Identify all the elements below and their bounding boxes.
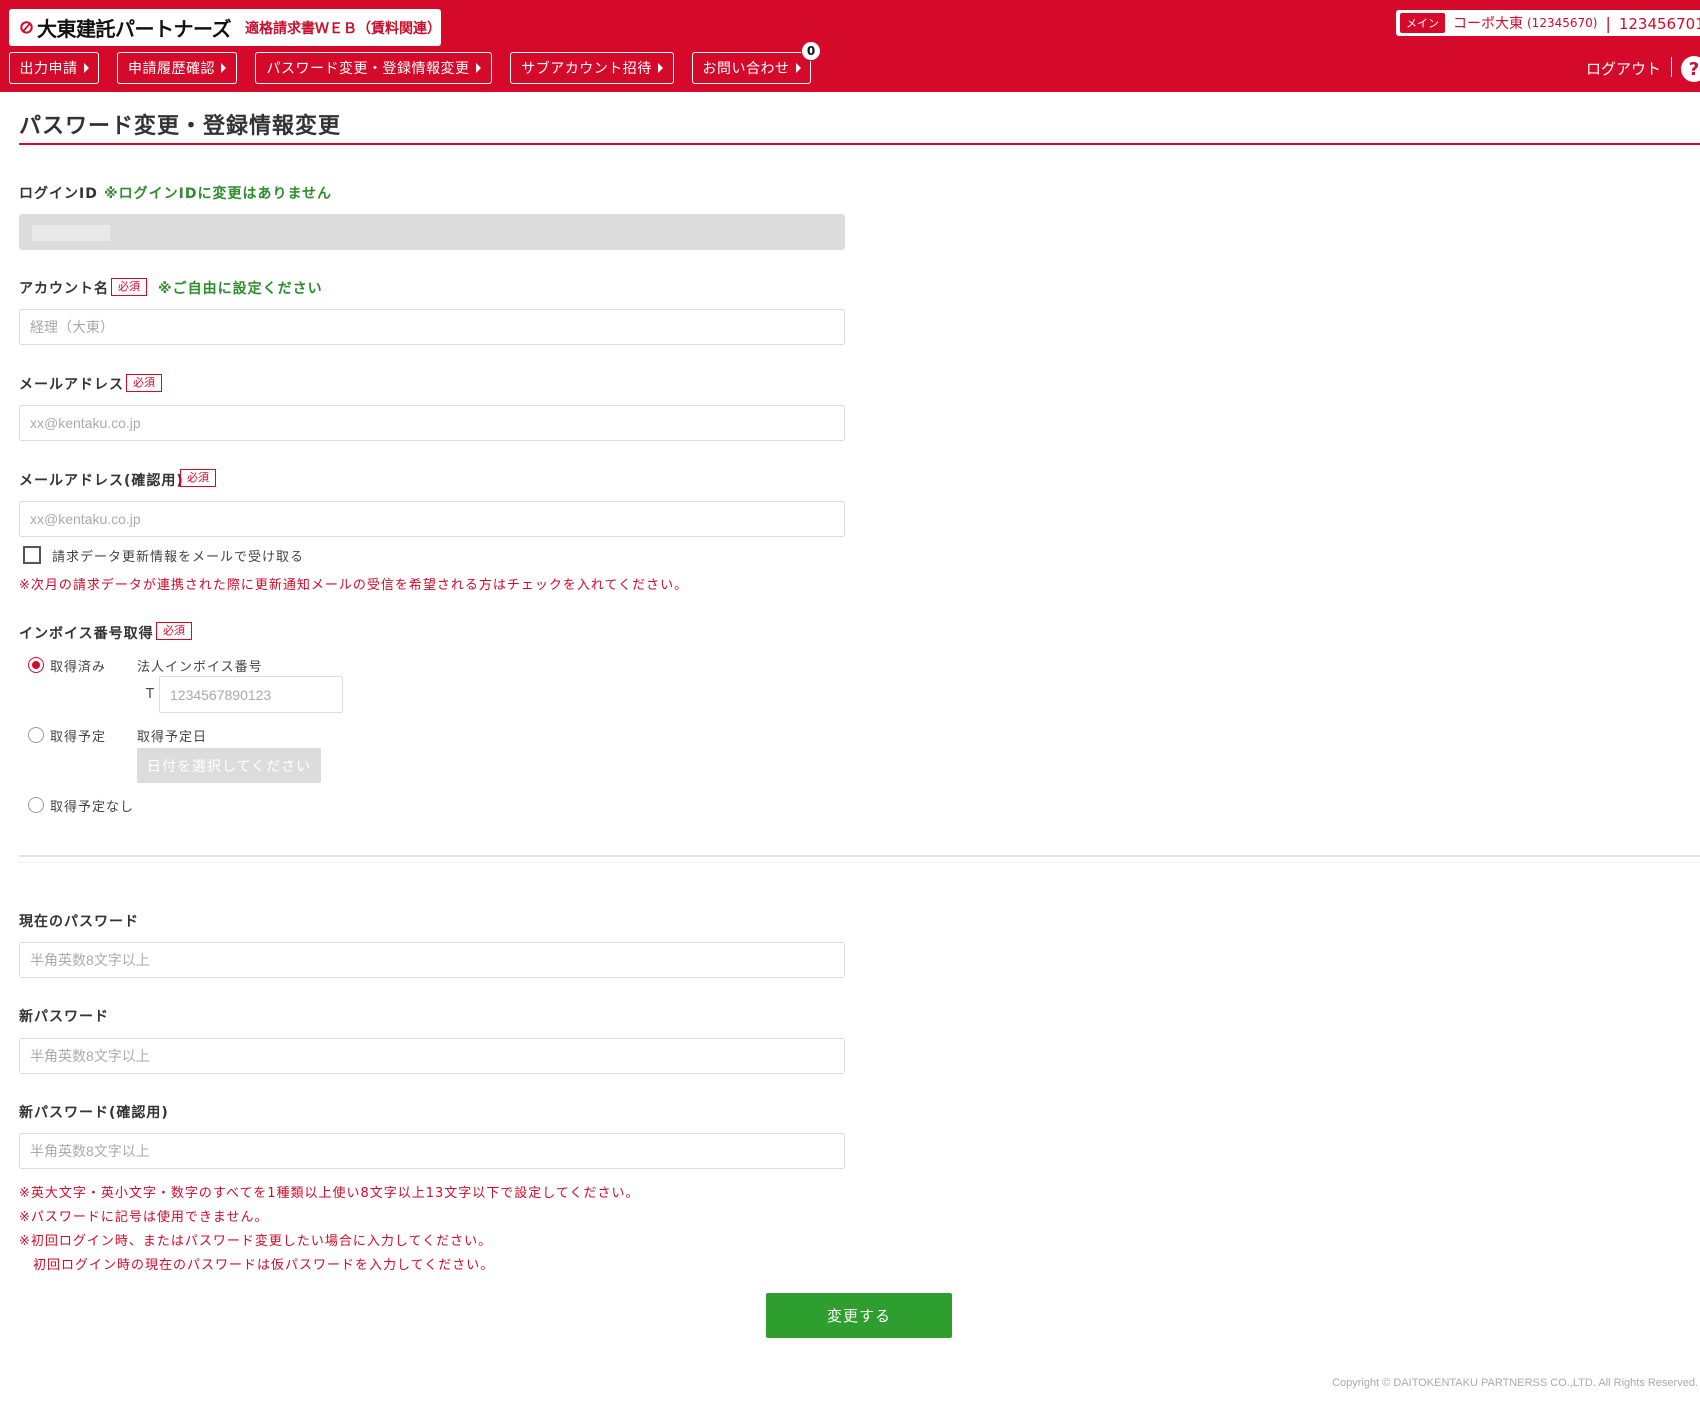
logo-mark-icon (20, 20, 33, 34)
user-name: コーポ大東 (1453, 16, 1523, 32)
current-password-label: 現在のパスワード (19, 914, 139, 930)
new-password-confirm-label: 新パスワード(確認用) (19, 1105, 169, 1121)
email-confirm-label: メールアドレス(確認用) (19, 473, 184, 489)
nav-contact[interactable]: お問い合わせ (692, 52, 811, 84)
password-note: ※初回ログイン時、またはパスワード変更したい場合に入力してください。 (19, 1234, 493, 1249)
caret-right-icon (475, 63, 481, 73)
password-note: ※英大文字・英小文字・数字のすべてを1種類以上使い8文字以上13文字以下で設定し… (19, 1186, 640, 1201)
header-bar: 大東建託パートナーズ 適格請求書ＷＥＢ（賃料関連） メイン コーポ大東 (123… (0, 0, 1700, 92)
password-note: ※パスワードに記号は使用できません。 (19, 1210, 269, 1225)
user-separator: | (1605, 13, 1611, 33)
invoice-option-label: 取得予定なし (50, 800, 135, 815)
date-picker-button[interactable]: 日付を選択してください (137, 748, 321, 783)
notification-badge: 0 (801, 41, 821, 61)
current-password-input[interactable]: 半角英数8文字以上 (19, 942, 845, 978)
invoice-option-label: 取得予定 (50, 730, 107, 745)
email-confirm-input[interactable]: xx@kentaku.co.jp (19, 501, 845, 537)
invoice-radio-planned[interactable] (28, 727, 44, 743)
nav-label: サブアカウント招待 (521, 61, 652, 77)
invoice-label: インボイス番号取得 (19, 626, 154, 642)
invoice-number-label: 法人インボイス番号 (137, 660, 263, 675)
invoice-date-label: 取得予定日 (137, 730, 208, 745)
caret-right-icon (795, 63, 801, 73)
caret-right-icon (221, 63, 226, 73)
nav-label: 申請履歴確認 (128, 61, 215, 77)
caret-right-icon (83, 63, 89, 73)
account-name-note: ※ご自由に設定ください (158, 281, 323, 297)
required-badge: 必須 (111, 278, 147, 296)
email-input[interactable]: xx@kentaku.co.jp (19, 405, 845, 441)
copyright: Copyright © DAITOKENTAKU PARTNERSS CO.,L… (1332, 1377, 1698, 1389)
app-subtitle: 適格請求書ＷＥＢ（賃料関連） (245, 20, 441, 37)
required-badge: 必須 (156, 622, 192, 640)
notify-checkbox[interactable] (23, 546, 41, 564)
page-title: パスワード変更・登録情報変更 (19, 114, 342, 139)
invoice-prefix: T (146, 687, 155, 702)
account-name-input[interactable]: 経理（大東） (19, 309, 845, 345)
password-note: 初回ログイン時の現在のパスワードは仮パスワードを入力してください。 (19, 1258, 495, 1273)
user-tag: メイン (1400, 13, 1445, 33)
nav-label: パスワード変更・登録情報変更 (266, 61, 470, 77)
login-id-field (19, 214, 845, 250)
new-password-confirm-input[interactable]: 半角英数8文字以上 (19, 1133, 845, 1169)
help-icon[interactable]: ? (1681, 56, 1700, 82)
logo-text: 大東建託パートナーズ (37, 17, 232, 41)
nav-request-history[interactable]: 申請履歴確認 (117, 52, 237, 84)
notify-checkbox-label: 請求データ更新情報をメールで受け取る (52, 550, 305, 565)
new-password-input[interactable]: 半角英数8文字以上 (19, 1038, 845, 1074)
invoice-option-label: 取得済み (50, 660, 107, 675)
login-id-note: ※ログインIDに変更はありません (104, 186, 333, 202)
section-divider (19, 855, 1700, 857)
invoice-number-input[interactable]: 1234567890123 (159, 676, 343, 713)
nav-label: お問い合わせ (702, 61, 790, 77)
nav-label: 出力申請 (19, 61, 78, 77)
required-badge: 必須 (126, 374, 162, 392)
logo[interactable]: 大東建託パートナーズ 適格請求書ＷＥＢ（賃料関連） (9, 9, 441, 46)
invoice-radio-acquired[interactable] (28, 657, 44, 673)
login-id-value-mask (32, 225, 110, 241)
submit-button[interactable]: 変更する (766, 1293, 952, 1338)
account-name-label: アカウント名 (19, 281, 109, 297)
nav-output-request[interactable]: 出力申請 (9, 52, 99, 84)
new-password-label: 新パスワード (19, 1009, 109, 1025)
logout-link[interactable]: ログアウト (1586, 58, 1661, 79)
login-id-label: ログインID (19, 186, 98, 202)
user-id: 123456701 様 (1618, 14, 1700, 33)
email-label: メールアドレス (19, 377, 124, 393)
notify-note: ※次月の請求データが連携された際に更新通知メールの受信を希望される方はチェックを… (19, 578, 689, 593)
title-underline (19, 143, 1700, 145)
header-divider (1671, 57, 1672, 77)
section-divider-line (19, 862, 1700, 863)
required-badge: 必須 (180, 469, 216, 487)
nav-subaccount-invite[interactable]: サブアカウント招待 (510, 52, 674, 84)
caret-right-icon (657, 63, 663, 73)
nav-password-change[interactable]: パスワード変更・登録情報変更 (255, 52, 492, 84)
user-info: メイン コーポ大東 (12345670) | 123456701 様 (1396, 10, 1700, 36)
invoice-radio-none[interactable] (28, 797, 44, 813)
user-code: (12345670) (1527, 16, 1598, 30)
